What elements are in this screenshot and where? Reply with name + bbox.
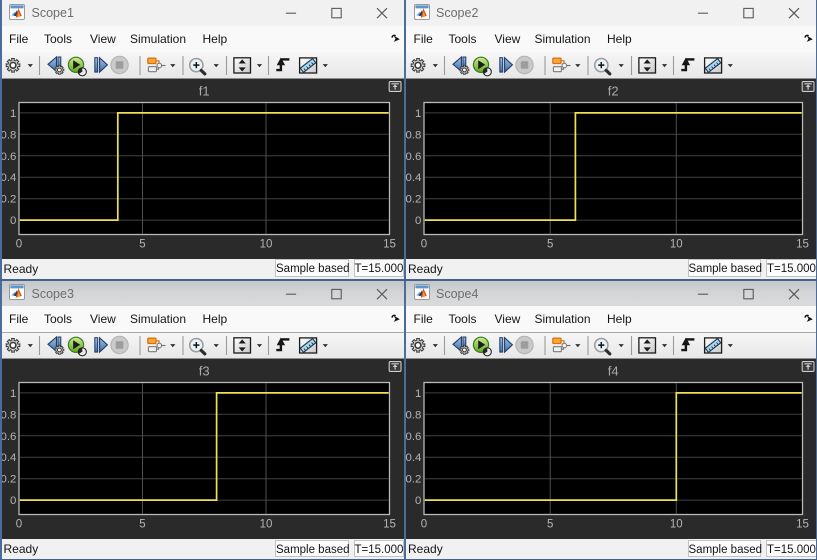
svg-text:0.2: 0.2 xyxy=(1,474,17,486)
svg-text:0.4: 0.4 xyxy=(405,172,421,184)
svg-text:0.8: 0.8 xyxy=(405,410,421,422)
svg-text:5: 5 xyxy=(546,519,552,531)
svg-text:0.4: 0.4 xyxy=(1,172,17,184)
svg-text:15: 15 xyxy=(796,519,809,531)
svg-text:0: 0 xyxy=(10,215,16,227)
svg-text:0.2: 0.2 xyxy=(1,193,17,205)
svg-text:15: 15 xyxy=(383,238,396,250)
svg-text:0.6: 0.6 xyxy=(1,150,17,162)
svg-text:5: 5 xyxy=(546,238,552,250)
svg-text:0: 0 xyxy=(16,238,22,250)
svg-text:0: 0 xyxy=(415,495,421,507)
svg-text:0: 0 xyxy=(415,215,421,227)
svg-text:15: 15 xyxy=(383,519,396,531)
svg-text:0.8: 0.8 xyxy=(1,129,17,141)
svg-text:0.4: 0.4 xyxy=(1,453,17,465)
svg-text:10: 10 xyxy=(669,238,682,250)
svg-text:1: 1 xyxy=(10,388,16,400)
svg-text:10: 10 xyxy=(260,519,273,531)
svg-text:1: 1 xyxy=(10,107,16,119)
svg-text:1: 1 xyxy=(415,107,421,119)
svg-text:15: 15 xyxy=(796,238,809,250)
svg-text:10: 10 xyxy=(669,519,682,531)
svg-text:0: 0 xyxy=(420,238,426,250)
svg-text:5: 5 xyxy=(139,519,145,531)
svg-text:0.2: 0.2 xyxy=(405,193,421,205)
svg-text:0.6: 0.6 xyxy=(405,150,421,162)
svg-text:0.2: 0.2 xyxy=(405,474,421,486)
svg-text:5: 5 xyxy=(139,238,145,250)
svg-text:0.6: 0.6 xyxy=(1,431,17,443)
svg-text:1: 1 xyxy=(415,388,421,400)
svg-text:0.8: 0.8 xyxy=(405,129,421,141)
svg-text:0: 0 xyxy=(10,495,16,507)
svg-text:f1: f1 xyxy=(199,83,210,98)
svg-text:10: 10 xyxy=(260,238,273,250)
svg-text:f2: f2 xyxy=(607,83,618,98)
svg-text:f4: f4 xyxy=(607,364,618,379)
svg-text:0.4: 0.4 xyxy=(405,453,421,465)
svg-text:0: 0 xyxy=(420,519,426,531)
svg-text:0: 0 xyxy=(16,519,22,531)
svg-text:0.8: 0.8 xyxy=(1,410,17,422)
svg-text:f3: f3 xyxy=(199,364,210,379)
svg-text:0.6: 0.6 xyxy=(405,431,421,443)
